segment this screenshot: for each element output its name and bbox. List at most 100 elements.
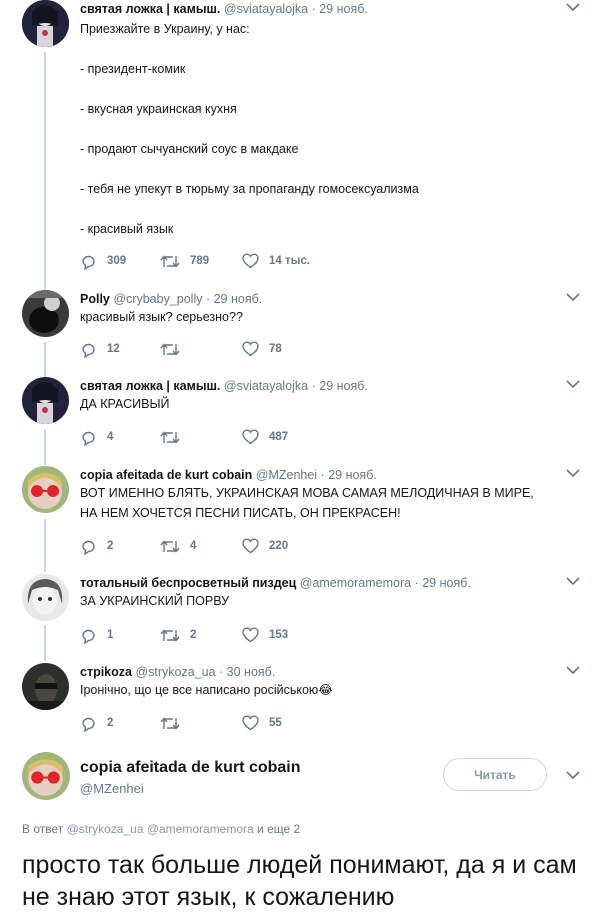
- tweet-date[interactable]: · 29 нояб.: [321, 468, 377, 482]
- reply-icon: [82, 717, 95, 732]
- reply-count: 4: [107, 431, 114, 443]
- chevron-down-icon[interactable]: [566, 2, 580, 12]
- user-handle[interactable]: @sviatayalojka: [224, 379, 308, 393]
- retweet-icon: [160, 430, 180, 444]
- like-count: 78: [269, 343, 282, 355]
- reply-button[interactable]: 2: [80, 713, 113, 733]
- avatar[interactable]: [22, 663, 69, 710]
- display-name[interactable]: Polly: [80, 292, 110, 306]
- reply-icon: [82, 540, 95, 555]
- tweet-actions: 309 789 14 тыс.: [80, 251, 380, 271]
- tweet-text: Приезжайте в Украину, у нас: - президент…: [80, 22, 419, 236]
- display-name[interactable]: copia afeitada de kurt cobain: [80, 468, 252, 482]
- display-name[interactable]: святая ложка | камыш.: [80, 2, 220, 16]
- retweet-button[interactable]: [160, 427, 190, 447]
- reply-button[interactable]: 12: [80, 339, 120, 359]
- like-button[interactable]: 14 тыс.: [242, 251, 310, 271]
- avatar[interactable]: [22, 290, 69, 337]
- tweet-header: тотальный беспросветный пиздец @amemoram…: [80, 575, 471, 591]
- heart-icon: [242, 538, 259, 554]
- tweet-header: святая ложка | камыш. @sviatayalojka · 2…: [80, 1, 368, 17]
- reply-button[interactable]: 2: [80, 536, 113, 556]
- tweet-text: красивый язык? серьезно??: [80, 310, 243, 324]
- reply-icon: [82, 431, 95, 446]
- tweet-text: ЗА УКРАИНСКИЙ ПОРВУ: [80, 594, 230, 608]
- like-button[interactable]: 153: [242, 625, 288, 645]
- tweet-actions: 1 2 153: [80, 625, 380, 645]
- chevron-down-icon[interactable]: [566, 292, 580, 302]
- user-handle[interactable]: @sviatayalojka: [224, 2, 308, 16]
- tweet-text: ДА КРАСИВЫЙ: [80, 397, 170, 411]
- retweet-button[interactable]: [160, 713, 190, 733]
- like-count: 153: [269, 629, 289, 641]
- tweet-actions: 12 78: [80, 339, 380, 359]
- user-handle[interactable]: @crybaby_polly: [113, 292, 202, 306]
- like-button[interactable]: 78: [242, 339, 282, 359]
- thread-connector: [44, 429, 46, 465]
- reply-icon: [82, 343, 95, 358]
- tweet-date[interactable]: · 29 нояб.: [312, 2, 368, 16]
- heart-icon: [242, 715, 259, 731]
- tweet-date[interactable]: · 29 нояб.: [312, 379, 368, 393]
- reply-count: 2: [107, 717, 114, 729]
- user-handle[interactable]: @strykoza_ua: [135, 665, 215, 679]
- heart-icon: [242, 341, 259, 357]
- chevron-down-icon[interactable]: [566, 770, 580, 780]
- reply-count: 1: [107, 629, 114, 641]
- retweet-button[interactable]: 4: [160, 536, 196, 556]
- chevron-down-icon[interactable]: [566, 665, 580, 675]
- reply-button[interactable]: 309: [80, 251, 126, 271]
- reply-icon: [82, 255, 95, 270]
- retweet-button[interactable]: [160, 339, 190, 359]
- display-name[interactable]: святая ложка | камыш.: [80, 379, 220, 393]
- tweet-date[interactable]: · 29 нояб.: [415, 576, 471, 590]
- tweet-actions: 2 55: [80, 713, 380, 733]
- replying-to-handles[interactable]: @strykoza_ua @amemoramemora: [67, 822, 254, 836]
- tweet-date[interactable]: · 29 нояб.: [206, 292, 262, 306]
- display-name[interactable]: стрikoza: [80, 665, 132, 679]
- like-button[interactable]: 487: [242, 427, 288, 447]
- retweet-button[interactable]: 789: [160, 251, 209, 271]
- replying-to-more[interactable]: и еще 2: [257, 822, 300, 836]
- like-count: 220: [269, 540, 289, 552]
- like-count: 487: [269, 431, 289, 443]
- main-tweet-text: просто так больше людей понимают, да я и…: [22, 851, 577, 911]
- user-handle[interactable]: @MZenhei: [256, 468, 317, 482]
- tweet-date[interactable]: · 30 нояб.: [219, 665, 275, 679]
- retweet-button[interactable]: 2: [160, 625, 196, 645]
- thread-connector: [44, 342, 46, 377]
- chevron-down-icon[interactable]: [566, 576, 580, 586]
- like-button[interactable]: 55: [242, 713, 282, 733]
- tweet-text: ВОТ ИМЕННО БЛЯТЬ, УКРАИНСКАЯ МОВА САМАЯ …: [80, 486, 534, 520]
- avatar[interactable]: [22, 574, 69, 621]
- main-avatar[interactable]: [22, 752, 70, 800]
- heart-icon: [242, 627, 259, 643]
- chevron-down-icon[interactable]: [566, 379, 580, 389]
- replying-to: В ответ @strykoza_ua @amemoramemora и ещ…: [22, 822, 300, 836]
- heart-icon: [242, 429, 259, 445]
- chevron-down-icon[interactable]: [566, 468, 580, 478]
- main-display-name[interactable]: copia afeitada de kurt cobain: [80, 759, 301, 777]
- reply-button[interactable]: 1: [80, 625, 113, 645]
- main-user-handle[interactable]: @MZenhei: [80, 781, 144, 796]
- thread-connector: [44, 52, 46, 290]
- retweet-count: 789: [190, 255, 210, 267]
- tweet-header: copia afeitada de kurt cobain @MZenhei ·…: [80, 467, 377, 483]
- like-button[interactable]: 220: [242, 536, 288, 556]
- reply-button[interactable]: 4: [80, 427, 113, 447]
- display-name[interactable]: тотальный беспросветный пиздец: [80, 576, 296, 590]
- avatar[interactable]: [22, 466, 69, 513]
- retweet-icon: [160, 539, 180, 553]
- user-handle[interactable]: @amemoramemora: [300, 576, 411, 590]
- follow-button[interactable]: Читать: [443, 758, 547, 791]
- tweet-header: стрikoza @strykoza_ua · 30 нояб.: [80, 664, 275, 680]
- tweet-text: Іронічно, що це все написано російською😂: [80, 683, 333, 697]
- like-count: 14 тыс.: [269, 255, 311, 267]
- avatar[interactable]: [22, 377, 69, 424]
- tweet-header: святая ложка | камыш. @sviatayalojka · 2…: [80, 378, 368, 394]
- avatar[interactable]: [22, 0, 69, 47]
- replying-to-prefix: В ответ: [22, 822, 64, 836]
- reply-count: 309: [107, 255, 127, 267]
- heart-icon: [242, 253, 259, 269]
- tweet-header: Polly @crybaby_polly · 29 нояб.: [80, 291, 262, 307]
